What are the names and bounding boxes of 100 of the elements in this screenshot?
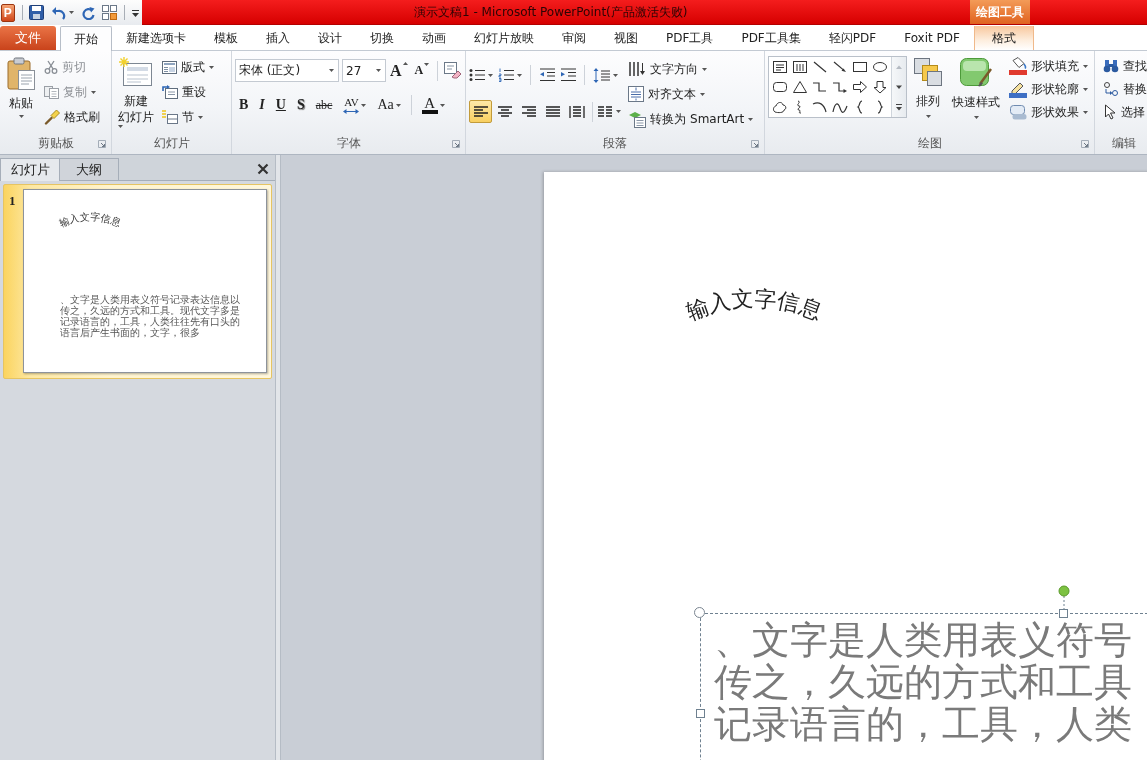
elbow-arrow-icon[interactable] [832, 80, 849, 94]
section-button[interactable]: 节 [159, 105, 206, 129]
new-slide-button[interactable]: 新建 幻灯片 [115, 53, 157, 130]
indent-left-icon[interactable] [539, 68, 556, 82]
font-style-button[interactable]: B [235, 94, 253, 116]
dialog-launcher-icon[interactable] [751, 139, 760, 148]
arc-icon[interactable] [812, 100, 829, 114]
caret-icon[interactable] [517, 73, 523, 77]
ribbon-tab[interactable]: 视图 [600, 26, 652, 50]
indent-right-icon[interactable] [560, 68, 577, 82]
close-icon[interactable] [257, 163, 269, 175]
right-arrow-icon[interactable] [852, 80, 869, 94]
ribbon-tab[interactable]: PDF工具集 [727, 26, 815, 50]
dialog-launcher-icon[interactable] [98, 139, 106, 148]
ribbon-tab[interactable]: 模板 [200, 26, 252, 50]
find-button[interactable]: 查找 [1100, 55, 1147, 77]
caret-icon[interactable] [376, 69, 381, 72]
quick-styles-button[interactable]: 快速样式 [949, 53, 1004, 121]
line-icon[interactable] [812, 60, 829, 74]
font-style-button[interactable]: Aa [373, 94, 405, 116]
caret-icon[interactable] [616, 110, 622, 113]
arrange-button[interactable]: 排列 [910, 53, 947, 120]
numbering-icon[interactable] [498, 68, 515, 82]
caret-icon[interactable] [402, 61, 408, 65]
ribbon-tab[interactable]: 审阅 [548, 26, 600, 50]
arrow-line-icon[interactable] [832, 60, 849, 74]
rectangle-icon[interactable] [852, 60, 869, 74]
ribbon-tab[interactable]: 新建选项卡 [112, 26, 200, 50]
font-style-button[interactable]: U [271, 94, 290, 116]
caret-icon[interactable] [748, 117, 754, 121]
font-style-button[interactable]: S [292, 94, 309, 116]
select-button[interactable]: 选择 [1100, 101, 1147, 123]
caret-icon[interactable] [361, 103, 367, 107]
caret-icon[interactable] [209, 65, 214, 69]
grid-icon[interactable] [102, 5, 118, 20]
caret-icon[interactable] [118, 125, 123, 128]
ribbon-tab[interactable]: Foxit PDF [890, 26, 974, 50]
ribbon-tab[interactable]: 插入 [252, 26, 304, 50]
rounded-rectangle-icon[interactable] [772, 80, 789, 94]
paste-button[interactable]: 粘贴 [3, 53, 39, 120]
font-style-button[interactable]: abc [311, 94, 337, 116]
caret-icon[interactable] [702, 67, 708, 71]
ribbon-tab[interactable]: 设计 [304, 26, 356, 50]
caret-icon[interactable] [69, 11, 75, 14]
text-direction-button[interactable]: 文字方向 [625, 57, 711, 81]
shape-fill-button[interactable]: 形状填充 [1006, 55, 1092, 77]
caret-icon[interactable] [1083, 87, 1089, 91]
format-painter-button[interactable]: 格式刷 [41, 105, 103, 129]
eraser-icon[interactable] [444, 62, 463, 79]
shape-outline-button[interactable]: 形状轮廓 [1006, 78, 1092, 100]
oval-icon[interactable] [872, 60, 889, 74]
resize-handle[interactable] [1059, 609, 1068, 618]
caret-icon[interactable] [198, 115, 203, 119]
elbow-connector-icon[interactable] [812, 80, 829, 94]
panel-tab[interactable]: 大纲 [59, 158, 119, 180]
ribbon-tab[interactable]: 幻灯片放映 [460, 26, 548, 50]
grow-font-button[interactable]: A [388, 61, 410, 80]
ribbon-tab[interactable]: 格式 [973, 26, 1034, 50]
caret-icon[interactable] [329, 69, 334, 72]
font-name-field[interactable]: 宋体 (正文) [235, 59, 339, 82]
bullets-icon[interactable] [469, 68, 486, 82]
ribbon-tab[interactable]: 动画 [408, 26, 460, 50]
vertical-text-box-icon[interactable] [792, 60, 809, 74]
ribbon-tab[interactable]: 轻闪PDF [814, 26, 891, 50]
panel-tab[interactable]: 幻灯片 [0, 158, 60, 181]
caret-icon[interactable] [700, 92, 706, 96]
font-style-button[interactable]: I [255, 94, 269, 116]
columns-icon[interactable] [597, 104, 614, 119]
freeform-icon[interactable] [772, 100, 789, 114]
resize-handle[interactable] [696, 709, 705, 718]
caret-icon[interactable] [424, 63, 430, 66]
font-style-button[interactable]: A [417, 94, 449, 116]
ribbon-tab[interactable]: 开始 [60, 26, 112, 51]
ribbon-tab[interactable]: PDF工具 [652, 26, 728, 50]
rotate-handle[interactable] [1058, 585, 1070, 609]
dialog-launcher-icon[interactable] [452, 139, 461, 148]
curve-icon[interactable] [832, 100, 849, 114]
font-size-field[interactable]: 27 [342, 59, 386, 82]
caret-icon[interactable] [973, 116, 979, 119]
caret-icon[interactable] [925, 115, 931, 118]
alignment-button[interactable] [469, 100, 493, 123]
caret-icon[interactable] [18, 115, 24, 118]
replace-button[interactable]: 替换 [1100, 78, 1147, 100]
align-text-button[interactable]: 对齐文本 [625, 82, 709, 106]
line-spacing-icon[interactable] [593, 67, 611, 83]
resize-handle[interactable] [694, 607, 705, 618]
caret-icon[interactable] [488, 73, 494, 77]
redo-icon[interactable] [81, 5, 96, 20]
reset-button[interactable]: 重设 [159, 80, 209, 104]
dialog-launcher-icon[interactable] [1081, 139, 1090, 148]
shrink-font-button[interactable]: A [412, 63, 432, 78]
caret-icon[interactable] [1083, 64, 1089, 68]
file-tab[interactable]: 文件 [0, 26, 56, 50]
dropdown-icon[interactable] [132, 8, 139, 17]
caret-icon[interactable] [439, 103, 445, 107]
triangle-icon[interactable] [792, 80, 809, 94]
ribbon-tab[interactable]: 切换 [356, 26, 408, 50]
smartart-button[interactable]: 转换为 SmartArt [625, 107, 757, 131]
save-icon[interactable] [29, 5, 45, 20]
caret-icon[interactable] [1083, 110, 1089, 114]
